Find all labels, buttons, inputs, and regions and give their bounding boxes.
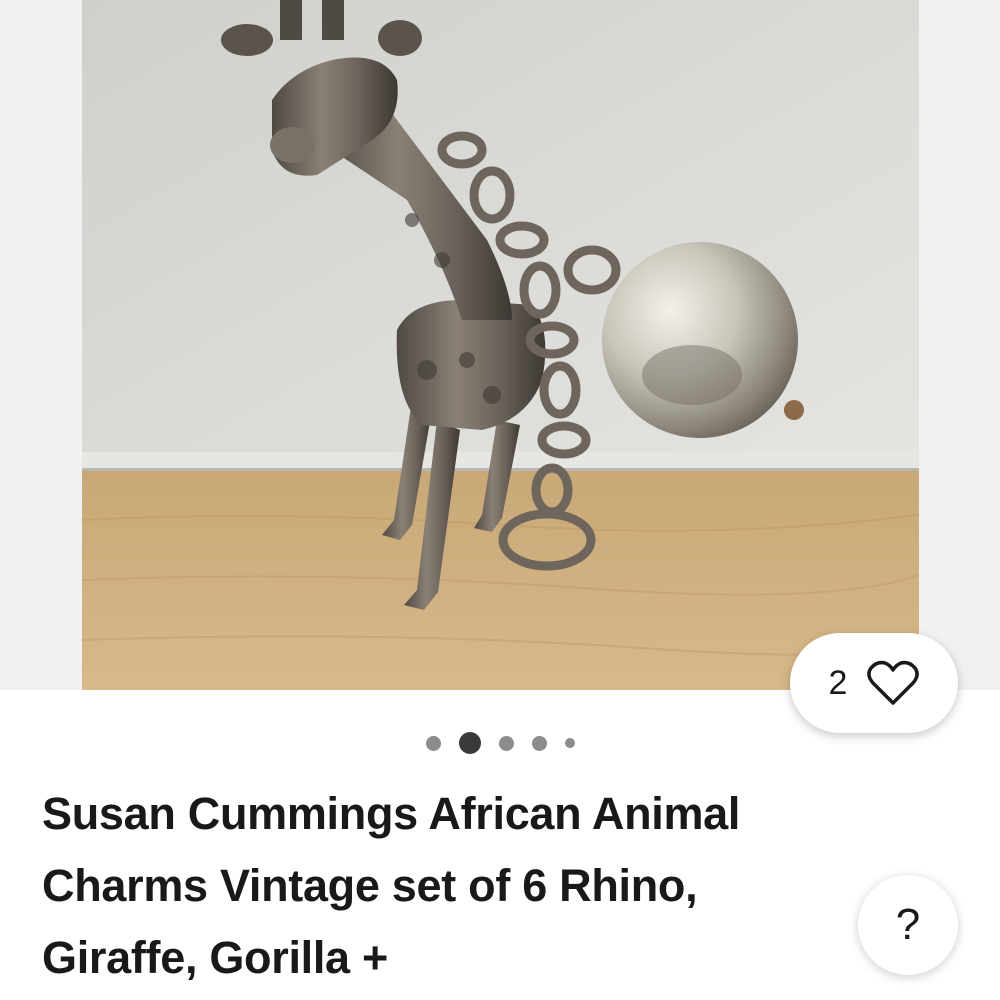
image-gallery[interactable]: 2	[0, 0, 1000, 733]
listing-page: 2 Susan Cummings African Animal Charms V…	[0, 0, 1000, 1000]
gallery-pagination	[0, 728, 1000, 758]
giraffe-charm-image	[82, 0, 919, 690]
help-button[interactable]: ?	[858, 875, 958, 975]
gallery-dot-5[interactable]	[564, 738, 575, 748]
gallery-dot-4[interactable]	[531, 735, 547, 751]
gallery-dot-1[interactable]	[425, 735, 441, 751]
listing-title: Susan Cummings African Animal Charms Vin…	[42, 788, 741, 983]
watchers-count: 2	[828, 663, 848, 702]
gallery-dot-3[interactable]	[498, 735, 514, 751]
help-question-icon: ?	[895, 900, 921, 949]
heart-outline-icon	[867, 660, 920, 706]
watch-button[interactable]: 2	[790, 633, 958, 733]
gallery-dot-2-active[interactable]	[458, 732, 481, 754]
listing-photo[interactable]	[82, 0, 919, 690]
